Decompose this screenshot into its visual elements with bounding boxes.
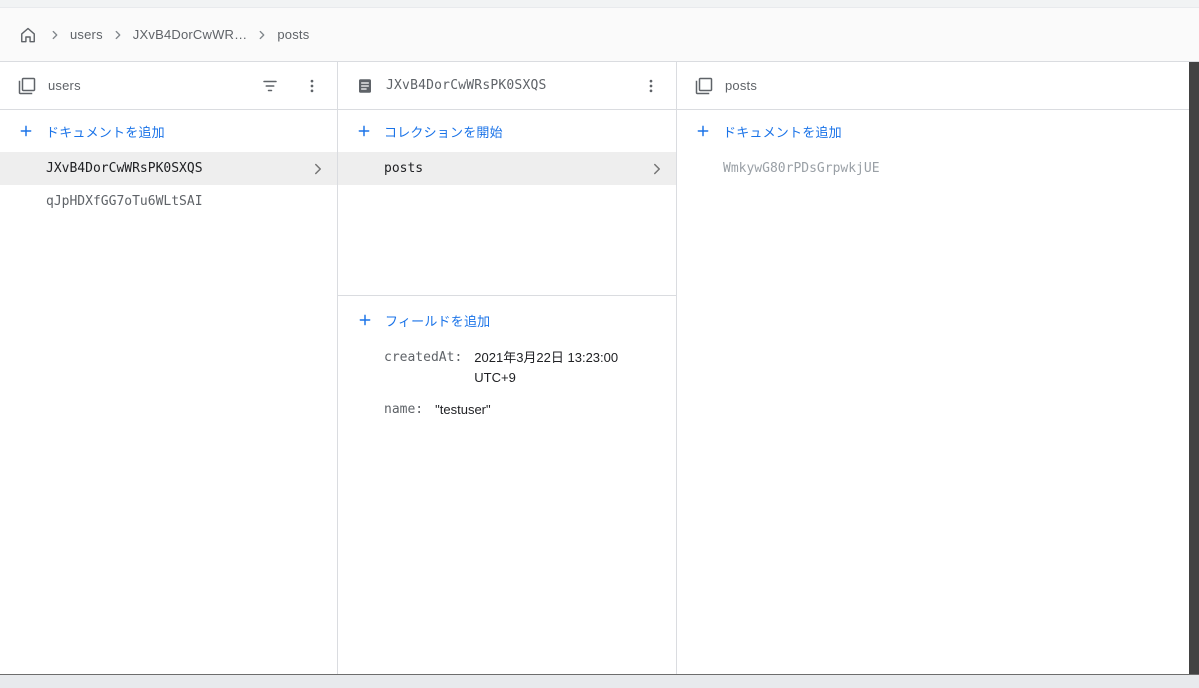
- panel-header: JXvB4DorCwWRsPK0SXQS: [338, 62, 676, 110]
- panel-title: posts: [725, 78, 758, 93]
- subcollection-row[interactable]: posts: [338, 152, 676, 185]
- collection-icon: [695, 77, 713, 95]
- panel-title: JXvB4DorCwWRsPK0SXQS: [386, 78, 547, 93]
- document-row[interactable]: JXvB4DorCwWRsPK0SXQS: [0, 152, 337, 185]
- field-value: 2021年3月22日 13:23:00 UTC+9: [474, 350, 619, 385]
- field-name: createdAt:: [384, 350, 463, 365]
- document-row[interactable]: WmkywG80rPDsGrpwkjUE: [677, 152, 1189, 185]
- panel-header: users: [0, 62, 337, 110]
- start-collection-button[interactable]: コレクションを開始: [338, 110, 676, 152]
- kebab-menu-icon[interactable]: [297, 71, 327, 101]
- fields-section: フィールドを追加 createdAt: 2021年3月22日 13:23:00 …: [338, 296, 676, 420]
- add-document-button[interactable]: ドキュメントを追加: [0, 110, 337, 152]
- field-name: name:: [384, 402, 424, 417]
- breadcrumb: users JXvB4DorCwWR… posts: [0, 8, 1199, 62]
- field-value: "testuser": [435, 402, 491, 417]
- panel-collection-users: users ドキュメントを追加 JXvB4DorCwWRsPK0SXQS qJp…: [0, 62, 338, 674]
- add-document-label: ドキュメントを追加: [46, 124, 165, 140]
- breadcrumb-item-posts[interactable]: posts: [277, 27, 309, 42]
- chevron-right-icon: [309, 160, 327, 178]
- panel-header: posts: [677, 62, 1189, 110]
- add-field-button[interactable]: フィールドを追加: [338, 300, 676, 340]
- start-collection-label: コレクションを開始: [384, 124, 503, 140]
- chevron-right-icon: [48, 28, 62, 42]
- window-bottom-edge: [0, 674, 1199, 688]
- add-document-label: ドキュメントを追加: [723, 124, 842, 140]
- panel-document: JXvB4DorCwWRsPK0SXQS コレクションを開始 posts フィー…: [338, 62, 677, 674]
- chevron-right-icon: [255, 28, 269, 42]
- document-icon: [356, 77, 374, 95]
- panel-title: users: [48, 78, 81, 93]
- plus-icon: [357, 312, 373, 328]
- home-icon[interactable]: [16, 23, 40, 47]
- plus-icon: [356, 123, 372, 139]
- chevron-right-icon: [648, 160, 666, 178]
- document-row[interactable]: qJpHDXfGG7oTu6WLtSAI: [0, 185, 337, 218]
- add-field-label: フィールドを追加: [385, 313, 491, 329]
- document-id: WmkywG80rPDsGrpwkjUE: [723, 161, 880, 176]
- add-document-button[interactable]: ドキュメントを追加: [677, 110, 1189, 152]
- chevron-right-icon: [111, 28, 125, 42]
- breadcrumb-item-users[interactable]: users: [70, 27, 103, 42]
- document-id: qJpHDXfGG7oTu6WLtSAI: [46, 194, 203, 209]
- window-right-edge: [1189, 62, 1199, 674]
- panel-collection-posts: posts ドキュメントを追加 WmkywG80rPDsGrpwkjUE: [677, 62, 1189, 674]
- breadcrumb-item-document[interactable]: JXvB4DorCwWR…: [133, 27, 248, 42]
- plus-icon: [18, 123, 34, 139]
- firestore-panels: users ドキュメントを追加 JXvB4DorCwWRsPK0SXQS qJp…: [0, 62, 1189, 674]
- window-top-strip: [0, 0, 1199, 8]
- plus-icon: [695, 123, 711, 139]
- kebab-menu-icon[interactable]: [636, 71, 666, 101]
- filter-list-icon[interactable]: [255, 71, 285, 101]
- collection-icon: [18, 77, 36, 95]
- field-row-name[interactable]: name: "testuser": [338, 400, 676, 420]
- field-row-createdAt[interactable]: createdAt: 2021年3月22日 13:23:00 UTC+9: [338, 348, 676, 388]
- subcollections-section: コレクションを開始 posts: [338, 110, 676, 295]
- subcollection-id: posts: [384, 161, 424, 176]
- document-id: JXvB4DorCwWRsPK0SXQS: [46, 161, 203, 176]
- firestore-data-screen: users JXvB4DorCwWR… posts users ドキュメントを追…: [0, 0, 1199, 688]
